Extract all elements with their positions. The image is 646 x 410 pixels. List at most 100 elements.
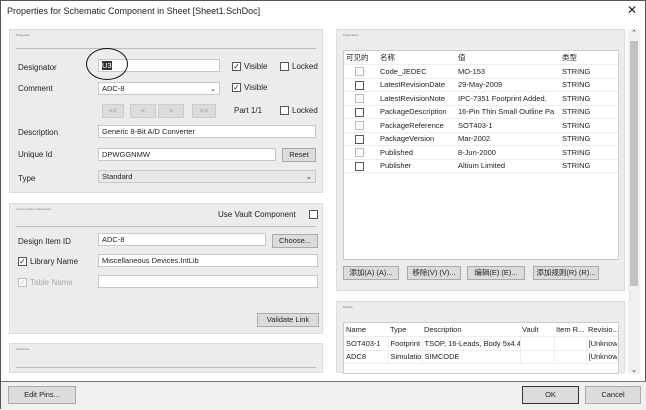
table-cell: STRING: [560, 145, 618, 160]
description-label: Description: [18, 128, 59, 137]
column-header[interactable]: 类型: [560, 51, 618, 65]
table-row[interactable]: LatestRevisionDate 29-May-2009 STRING: [344, 78, 618, 92]
ok-button[interactable]: OK: [522, 386, 579, 404]
table-cell: Code_JEDEC: [378, 64, 456, 79]
library-name-checkbox[interactable]: ✓ Library Name: [18, 257, 78, 267]
designator-label: Designator: [18, 63, 57, 72]
first-part-button[interactable]: <<: [102, 104, 124, 118]
visible-checkbox[interactable]: [344, 132, 378, 146]
column-header[interactable]: Name: [344, 323, 388, 337]
part-locked-checkbox[interactable]: Locked: [280, 106, 318, 116]
table-cell: Publisher: [378, 159, 456, 173]
table-name-checkbox[interactable]: ✓ Table Name: [18, 278, 73, 288]
chevron-up-icon: ⌃: [631, 30, 637, 37]
visible-checkbox[interactable]: [344, 159, 378, 173]
column-header[interactable]: 值: [456, 51, 560, 65]
table-cell: 29-May-2009: [456, 78, 560, 92]
visible-checkbox[interactable]: [344, 64, 378, 79]
table-cell: [554, 350, 587, 364]
reset-button[interactable]: Reset: [282, 148, 316, 162]
last-part-button[interactable]: >>: [192, 104, 216, 118]
table-row[interactable]: Code_JEDEC MO-153 STRING: [344, 64, 618, 79]
section-header: Parameters: [343, 33, 359, 37]
properties-panel: Properties Designator U3 ✓ Visible Locked…: [9, 29, 323, 193]
table-cell: Footprint: [388, 336, 423, 351]
part-label: Part 1/1: [234, 106, 263, 115]
validate-link-button[interactable]: Validate Link: [257, 313, 319, 327]
table-row[interactable]: Published 8-Jun-2000 STRING: [344, 145, 618, 160]
table-row[interactable]: PackageVersion Mar-2002 STRING: [344, 132, 618, 146]
table-cell: [Unknown: [586, 350, 618, 364]
edit-pins-button[interactable]: Edit Pins...: [8, 386, 76, 404]
table-cell: [554, 336, 587, 351]
table-cell: STRING: [560, 78, 618, 92]
table-cell: Mar-2002: [456, 132, 560, 146]
visible-checkbox[interactable]: [344, 118, 378, 133]
comment-visible-checkbox[interactable]: ✓ Visible: [232, 83, 267, 93]
description-input[interactable]: Generic 8-Bit A/D Converter: [98, 125, 316, 138]
table-cell: MO-153: [456, 64, 560, 79]
cancel-button[interactable]: Cancel: [585, 386, 641, 404]
add-rule-button[interactable]: 添加规则(R) (R)...: [533, 266, 599, 280]
scrollbar[interactable]: ⌃ ⌄: [628, 29, 640, 374]
table-cell: STRING: [560, 105, 618, 119]
table-cell: SOT403-1: [456, 118, 560, 133]
visible-checkbox[interactable]: [344, 105, 378, 119]
use-vault-label: Use Vault Component: [218, 210, 296, 219]
type-select[interactable]: Standard ⌄: [98, 170, 316, 183]
close-icon[interactable]: ✕: [627, 3, 637, 17]
edit-button[interactable]: 编辑(E) (E)...: [467, 266, 525, 280]
link-panel: Link to Library Component Use Vault Comp…: [9, 203, 323, 334]
column-header[interactable]: Description: [422, 323, 520, 337]
section-header: Graphical: [16, 347, 29, 351]
chevron-down-icon: ⌄: [631, 367, 637, 374]
column-header[interactable]: 可见的: [344, 51, 378, 65]
design-item-input[interactable]: ADC-8: [98, 233, 266, 246]
column-header[interactable]: Vault: [520, 323, 554, 337]
comment-label: Comment: [18, 84, 53, 93]
column-header[interactable]: Type: [388, 323, 422, 337]
table-cell: 16-Pin Thin Small Outline Pa: [456, 105, 560, 119]
table-cell: [520, 336, 555, 351]
table-cell: PackageReference: [378, 118, 456, 133]
table-cell: PackageDescription: [378, 105, 456, 119]
table-row[interactable]: PackageDescription 16-Pin Thin Small Outl…: [344, 105, 618, 119]
table-cell: STRING: [560, 64, 618, 79]
visible-checkbox[interactable]: [344, 78, 378, 92]
unique-id-label: Unique Id: [18, 150, 53, 159]
use-vault-checkbox[interactable]: [309, 210, 318, 219]
comment-select[interactable]: ADC-8 ⌄: [98, 82, 220, 95]
library-name-input[interactable]: Miscellaneous Devices.IntLib: [98, 254, 318, 267]
visible-checkbox[interactable]: [344, 91, 378, 106]
visible-checkbox[interactable]: [344, 145, 378, 160]
scrollbar-thumb[interactable]: [630, 41, 638, 286]
column-header[interactable]: 名称: [378, 51, 456, 65]
table-row[interactable]: LatestRevisionNote IPC-7351 Footprint Add…: [344, 91, 618, 106]
table-row[interactable]: ADC8SimulationSIMCODE [Unknown: [344, 350, 618, 364]
table-row[interactable]: PackageReference SOT403-1 STRING: [344, 118, 618, 133]
parameters-panel: Parameters 可见的 名称 值 类型 Code_JEDEC MO-153 S…: [336, 29, 625, 291]
table-cell: STRING: [560, 132, 618, 146]
prev-part-button[interactable]: <: [130, 104, 156, 118]
column-header[interactable]: Revisio...: [586, 323, 618, 337]
section-header: Link to Library Component: [16, 207, 52, 211]
table-cell: STRING: [560, 159, 618, 173]
table-cell: PackageVersion: [378, 132, 456, 146]
column-header[interactable]: Item R...: [554, 323, 586, 337]
annotation-circle: [86, 48, 128, 80]
table-row[interactable]: Publisher Altium Limited STRING: [344, 159, 618, 173]
table-cell: STRING: [560, 91, 618, 106]
table-cell: [Unknown: [586, 336, 618, 351]
choose-button[interactable]: Choose...: [272, 234, 318, 248]
add-button[interactable]: 添加(A) (A)...: [343, 266, 399, 280]
table-name-input[interactable]: [98, 275, 318, 288]
table-cell: Altium Limited: [456, 159, 560, 173]
next-part-button[interactable]: >: [158, 104, 184, 118]
remove-button[interactable]: 移除(V) (V)...: [407, 266, 461, 280]
unique-id-input[interactable]: DPWGGNMW: [98, 148, 276, 161]
designator-locked-checkbox[interactable]: Locked: [280, 62, 318, 72]
table-row[interactable]: SOT403-1 Footprint TSOP, 16-Leads, Body 5x…: [344, 336, 618, 351]
designator-visible-checkbox[interactable]: ✓ Visible: [232, 62, 267, 72]
graphical-panel: Graphical: [9, 343, 323, 373]
table-cell: [520, 350, 555, 364]
